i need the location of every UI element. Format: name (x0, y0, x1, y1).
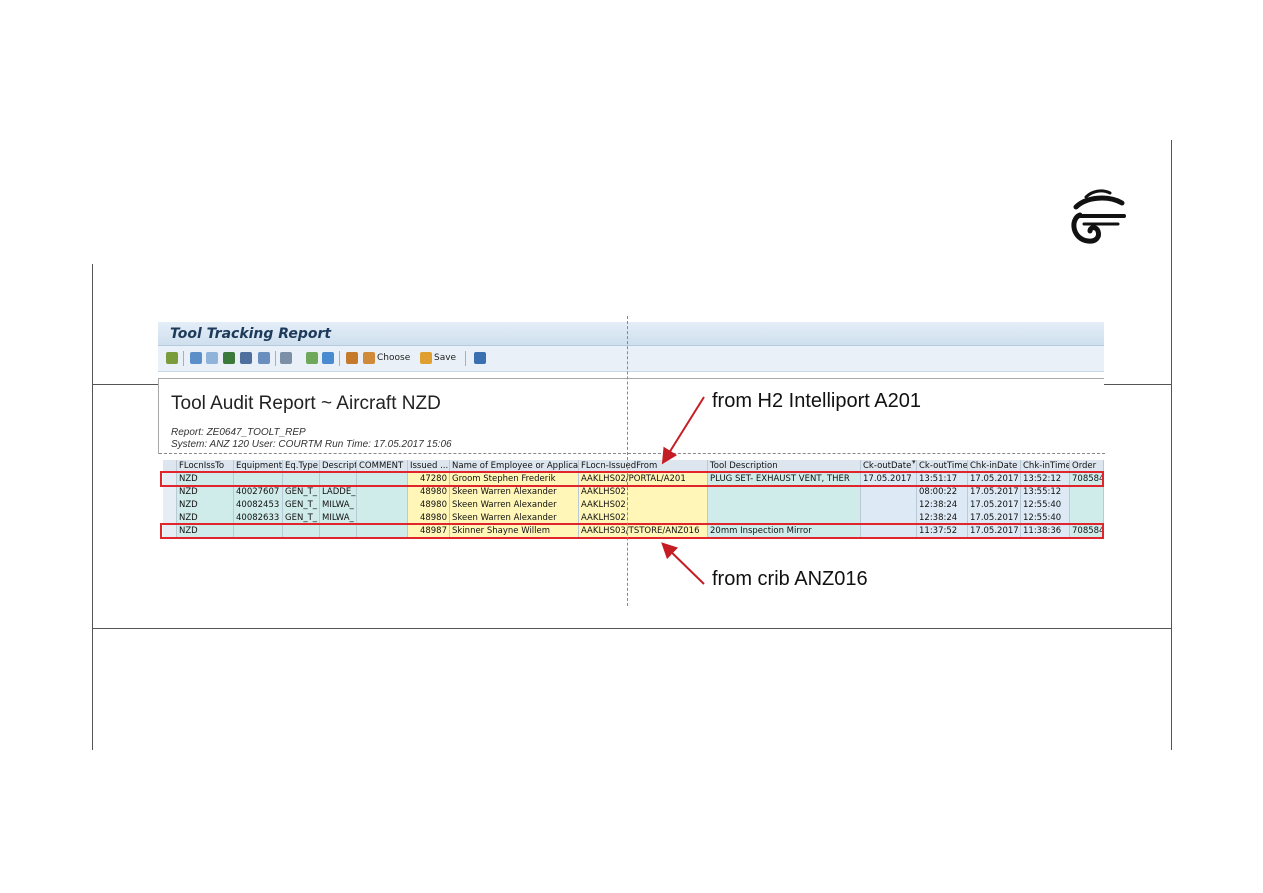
arrow-to-crib-row (661, 542, 705, 585)
arrow-to-intelliport-row (661, 396, 705, 465)
annotation-arrows (661, 396, 705, 585)
